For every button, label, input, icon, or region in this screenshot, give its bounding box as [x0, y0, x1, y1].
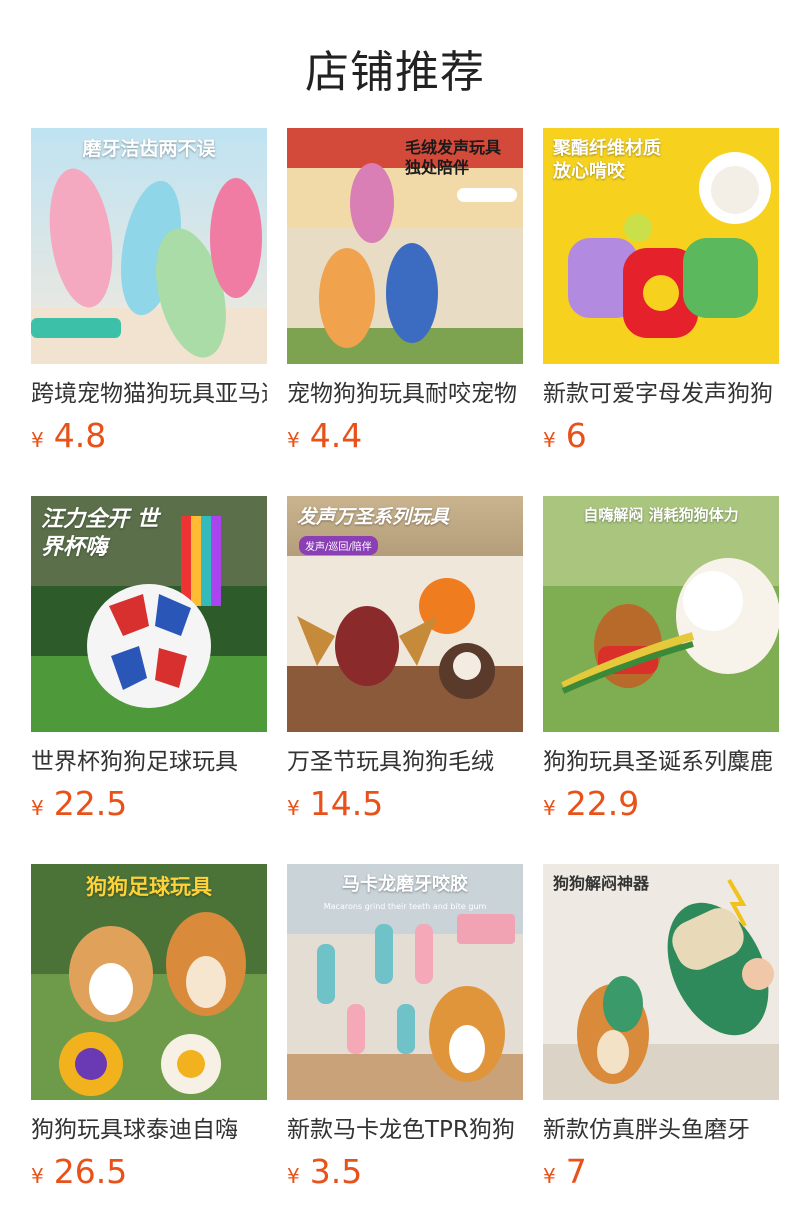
product-price: ¥4.8 — [31, 416, 267, 462]
product-image[interactable]: 汪力全开 世界杯嗨 — [31, 496, 267, 732]
product-image[interactable]: 狗狗解闷神器 — [543, 864, 779, 1100]
price-value: 26.5 — [53, 1152, 128, 1191]
product-name[interactable]: 新款可爱字母发声狗狗 — [543, 378, 779, 410]
price-value: 3.5 — [309, 1152, 363, 1191]
product-card[interactable]: 发声万圣系列玩具 发声/巡回/陪伴 万圣节玩具狗狗毛绒 ¥14.5 — [287, 496, 523, 831]
currency-symbol: ¥ — [287, 1164, 300, 1188]
currency-symbol: ¥ — [31, 1164, 44, 1188]
product-image[interactable]: 狗狗足球玩具 — [31, 864, 267, 1100]
promo-text: 汪力全开 世界杯嗨 — [41, 507, 159, 560]
promo-subtext: Macarons grind their teeth and bite gum — [323, 902, 487, 911]
currency-symbol: ¥ — [31, 428, 44, 452]
product-card[interactable]: 汪力全开 世界杯嗨 世界杯狗狗足球玩具 ¥22.5 — [31, 496, 267, 831]
product-image[interactable]: 自嗨解闷 消耗狗狗体力 — [543, 496, 779, 732]
product-image[interactable]: 磨牙洁齿两不误 — [31, 128, 267, 364]
product-name[interactable]: 狗狗玩具圣诞系列麋鹿 — [543, 746, 779, 778]
promo-text: 磨牙洁齿两不误 — [82, 138, 216, 160]
product-image[interactable]: 发声万圣系列玩具 发声/巡回/陪伴 — [287, 496, 523, 732]
product-price: ¥7 — [543, 1152, 779, 1198]
product-price: ¥14.5 — [287, 784, 523, 830]
product-card[interactable]: 狗狗足球玩具 狗狗玩具球泰迪自嗨 ¥26.5 — [31, 864, 267, 1199]
product-price: ¥22.9 — [543, 784, 779, 830]
promo-text: 发声万圣系列玩具 — [297, 506, 450, 528]
promo-text: 马卡龙磨牙咬胶 — [342, 874, 468, 895]
product-name[interactable]: 狗狗玩具球泰迪自嗨 — [31, 1114, 267, 1146]
promo-text: 狗狗解闷神器 — [553, 874, 650, 893]
product-price: ¥26.5 — [31, 1152, 267, 1198]
promo-text: 自嗨解闷 消耗狗狗体力 — [583, 506, 739, 524]
page-title: 店铺推荐 — [305, 47, 485, 98]
currency-symbol: ¥ — [543, 1164, 556, 1188]
currency-symbol: ¥ — [543, 428, 556, 452]
price-value: 22.9 — [565, 784, 640, 823]
product-card[interactable]: 聚酯纤维材质 放心啃咬 新款可爱字母发声狗狗 ¥6 — [543, 128, 779, 463]
product-name[interactable]: 跨境宠物猫狗玩具亚马逊 — [31, 378, 267, 410]
price-value: 22.5 — [53, 784, 128, 823]
product-image[interactable]: 毛绒发声玩具 独处陪伴 — [287, 128, 523, 364]
product-name[interactable]: 新款仿真胖头鱼磨牙 — [543, 1114, 779, 1146]
price-value: 7 — [565, 1152, 587, 1191]
product-card[interactable]: 狗狗解闷神器 新款仿真胖头鱼磨牙 ¥7 — [543, 864, 779, 1199]
product-price: ¥3.5 — [287, 1152, 523, 1198]
price-value: 6 — [565, 416, 587, 455]
promo-text: 狗狗足球玩具 — [86, 875, 212, 899]
promo-subtext: 发声/巡回/陪伴 — [299, 536, 378, 555]
product-price: ¥4.4 — [287, 416, 523, 462]
currency-symbol: ¥ — [543, 796, 556, 820]
product-image[interactable]: 马卡龙磨牙咬胶 Macarons grind their teeth and b… — [287, 864, 523, 1100]
price-value: 4.8 — [53, 416, 107, 455]
product-name[interactable]: 宠物狗狗玩具耐咬宠物 — [287, 378, 523, 410]
price-value: 14.5 — [309, 784, 384, 823]
currency-symbol: ¥ — [287, 796, 300, 820]
currency-symbol: ¥ — [287, 428, 300, 452]
product-name[interactable]: 万圣节玩具狗狗毛绒 — [287, 746, 523, 778]
product-card[interactable]: 自嗨解闷 消耗狗狗体力 狗狗玩具圣诞系列麋鹿 ¥22.9 — [543, 496, 779, 831]
product-grid: 磨牙洁齿两不误 跨境宠物猫狗玩具亚马逊 ¥4.8 毛绒发声玩具 独处陪伴 宠物狗… — [31, 128, 779, 1199]
currency-symbol: ¥ — [31, 796, 44, 820]
product-card[interactable]: 毛绒发声玩具 独处陪伴 宠物狗狗玩具耐咬宠物 ¥4.4 — [287, 128, 523, 463]
price-value: 4.4 — [309, 416, 363, 455]
product-card[interactable]: 马卡龙磨牙咬胶 Macarons grind their teeth and b… — [287, 864, 523, 1199]
product-name[interactable]: 世界杯狗狗足球玩具 — [31, 746, 267, 778]
promo-text: 毛绒发声玩具 独处陪伴 — [405, 138, 502, 177]
product-card[interactable]: 磨牙洁齿两不误 跨境宠物猫狗玩具亚马逊 ¥4.8 — [31, 128, 267, 463]
product-name[interactable]: 新款马卡龙色TPR狗狗 — [287, 1114, 523, 1146]
product-image[interactable]: 聚酯纤维材质 放心啃咬 — [543, 128, 779, 364]
promo-text: 聚酯纤维材质 放心啃咬 — [553, 138, 661, 182]
product-price: ¥22.5 — [31, 784, 267, 830]
product-price: ¥6 — [543, 416, 779, 462]
